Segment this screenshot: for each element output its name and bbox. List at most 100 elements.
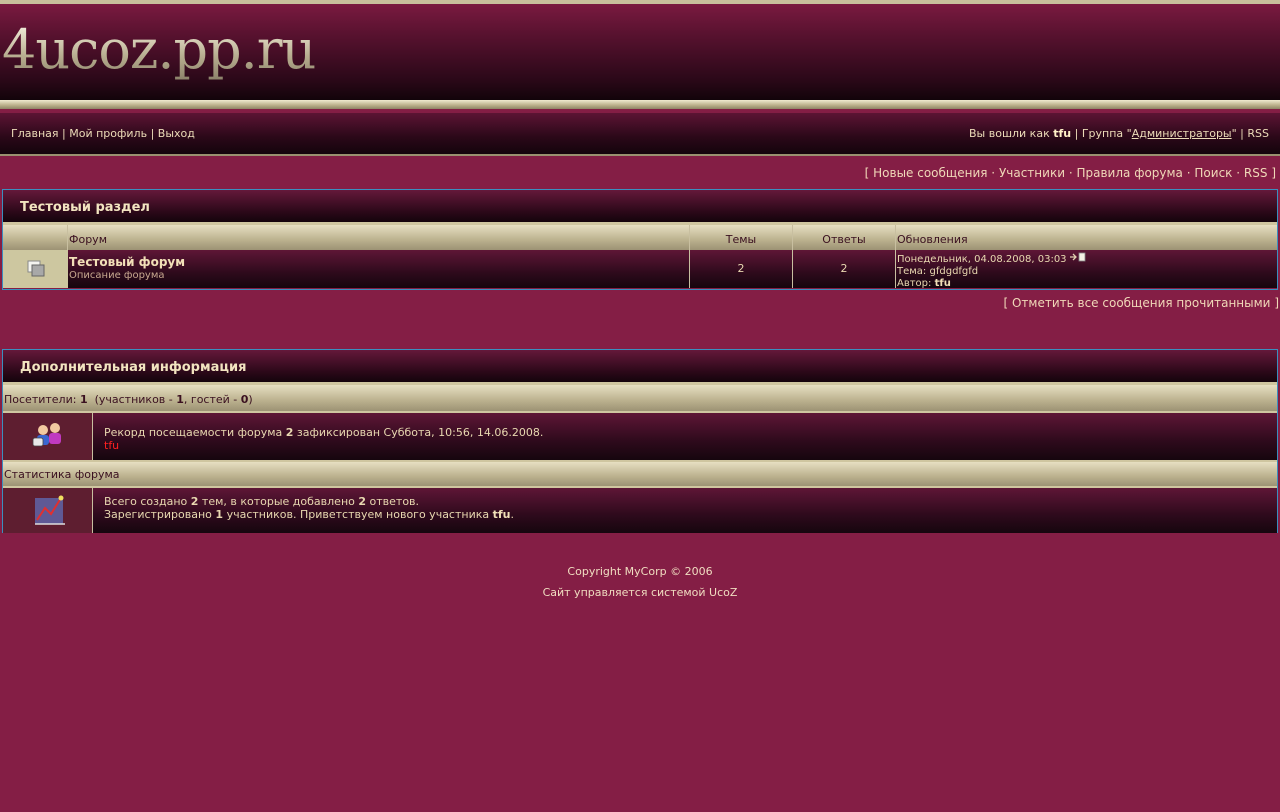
last-author-link[interactable]: tfu (935, 278, 951, 289)
nav-sep: | (1240, 127, 1244, 140)
visitors-total: 1 (79, 393, 88, 406)
record-prefix: Рекорд посещаемости форума (104, 426, 283, 439)
nav-sep: | (1074, 127, 1079, 140)
site-header: 4ucoz.pp.ru (0, 0, 1280, 100)
topic-prefix: Тема: (897, 266, 927, 277)
rss-link[interactable]: RSS (1244, 166, 1268, 180)
forum-topics-count: 2 (737, 262, 745, 275)
group-link[interactable]: Администраторы (1132, 127, 1232, 140)
col-topics-header: Темы (690, 225, 793, 250)
mark-all-read-link[interactable]: Отметить все сообщения прочитанными (1012, 296, 1271, 310)
newest-member-link[interactable]: tfu (493, 508, 511, 521)
stats-line2-mid: участников. Приветствуем нового участник… (226, 508, 490, 521)
col-updates-label: Обновления (897, 233, 968, 246)
new-messages-link[interactable]: Новые сообщения (873, 166, 987, 180)
nav-sep: | (150, 127, 155, 140)
forum-quick-links: [ Новые сообщения · Участники · Правила … (865, 166, 1276, 180)
stats-replies: 2 (358, 495, 367, 508)
close-paren: ) (248, 393, 253, 406)
online-user-link[interactable]: tfu (104, 439, 119, 452)
visitors-summary: Посетители: 1 (участников - 1, гостей - … (4, 393, 253, 406)
bracket-open: [ (864, 166, 870, 180)
group-prefix: Группа " (1081, 127, 1132, 140)
col-forum-header: Форум (68, 225, 690, 250)
forum-replies-cell: 2 (793, 250, 896, 288)
visitors-label: Посетители: (4, 393, 77, 406)
forum-name-link[interactable]: Тестовый форум (69, 255, 185, 269)
footer-powered: Сайт управляется системой UcoZ (542, 586, 738, 599)
extra-info-header: Дополнительная информация (3, 350, 1277, 385)
rules-link[interactable]: Правила форума (1076, 166, 1182, 180)
forum-lastpost-cell: Понедельник, 04.08.2008, 03:03 Тема: gfd… (896, 250, 1277, 289)
mark-read-links: [ Отметить все сообщения прочитанными ] (1003, 296, 1279, 310)
nav-rss-link[interactable]: RSS (1247, 127, 1269, 140)
members-label: (участников - (94, 393, 173, 406)
visitors-row: Посетители: 1 (участников - 1, гостей - … (3, 385, 1277, 411)
forum-replies-count: 2 (840, 262, 848, 275)
nav-links: Главная | Мой профиль | Выход (11, 127, 195, 140)
forum-row: Тестовый форум Описание форума 2 2 Понед… (3, 250, 1277, 289)
members-link[interactable]: Участники (999, 166, 1065, 180)
nav-profile-link[interactable]: Мой профиль (69, 127, 147, 140)
col-forum-label: Форум (69, 233, 107, 246)
stats-title: Статистика форума (4, 468, 120, 481)
go-last-post-icon[interactable] (1069, 252, 1086, 266)
bracket-close: ] (1274, 296, 1279, 310)
nav-logout-link[interactable]: Выход (158, 127, 195, 140)
stats-chart-icon (35, 495, 65, 525)
col-updates-header: Обновления (896, 225, 1277, 250)
extra-info-title: Дополнительная информация (20, 360, 247, 375)
stats-icon-cell (3, 488, 93, 533)
dot-sep: · (1236, 166, 1241, 180)
author-prefix: Автор: (897, 278, 932, 289)
col-topics-label: Темы (725, 233, 757, 246)
online-record: Рекорд посещаемости форума 2 зафиксирова… (104, 426, 543, 452)
online-row: Рекорд посещаемости форума 2 зафиксирова… (3, 411, 1277, 460)
stats-line1-prefix: Всего создано (104, 495, 188, 508)
stats-line2-suffix: . (510, 508, 515, 521)
forum-description: Описание форума (69, 270, 165, 281)
bracket-open: [ (1003, 296, 1009, 310)
stats-topics: 2 (190, 495, 199, 508)
footer-copyright: Copyright MyCorp © 2006 (567, 565, 713, 578)
last-post-date: Понедельник, 04.08.2008, 03:03 (897, 254, 1067, 265)
record-suffix: зафиксирован Суббота, 10:56, 14.06.2008. (296, 426, 544, 439)
members-count: 1 (176, 393, 184, 406)
dot-sep: · (1068, 166, 1073, 180)
forum-info-cell: Тестовый форум Описание форума (68, 250, 690, 288)
online-icon-cell (3, 413, 93, 460)
login-status: Вы вошли как tfu | Группа "Администратор… (969, 127, 1269, 140)
col-icon-header (3, 225, 68, 250)
forum-topics-cell: 2 (690, 250, 793, 288)
forum-columns-header: Форум Темы Ответы Обновления (3, 225, 1277, 250)
group-suffix: " (1231, 127, 1237, 140)
stats-header-row: Статистика форума (3, 460, 1277, 486)
section-title[interactable]: Тестовый раздел (20, 200, 150, 215)
last-topic-link[interactable]: gfdgdfgfd (930, 266, 979, 277)
stats-line1-mid: тем, в которые добавлено (201, 495, 355, 508)
nav-sep: | (62, 127, 66, 140)
col-replies-label: Ответы (822, 233, 866, 246)
site-logo[interactable]: 4ucoz.pp.ru (2, 18, 316, 81)
header-divider (0, 100, 1280, 109)
logged-prefix: Вы вошли как (969, 127, 1050, 140)
bracket-close: ] (1271, 166, 1276, 180)
forum-status-cell (3, 250, 68, 288)
current-user-link[interactable]: tfu (1053, 127, 1071, 140)
record-count: 2 (285, 426, 294, 439)
stats-text: Всего создано 2 тем, в которые добавлено… (104, 495, 514, 521)
dot-sep: · (991, 166, 996, 180)
stats-members: 1 (215, 508, 224, 521)
nav-home-link[interactable]: Главная (11, 127, 59, 140)
search-link[interactable]: Поиск (1194, 166, 1232, 180)
stats-row: Всего создано 2 тем, в которые добавлено… (3, 486, 1277, 533)
col-replies-header: Ответы (793, 225, 896, 250)
dot-sep: · (1186, 166, 1191, 180)
guests-label: , гостей - (183, 393, 238, 406)
section-header: Тестовый раздел (3, 190, 1277, 225)
users-online-icon (32, 423, 61, 447)
stats-line1-suffix: ответов. (369, 495, 420, 508)
extra-info-section: Дополнительная информация Посетители: 1 … (2, 349, 1278, 533)
forum-folder-icon (27, 260, 45, 277)
stats-line2-prefix: Зарегистрировано (104, 508, 212, 521)
